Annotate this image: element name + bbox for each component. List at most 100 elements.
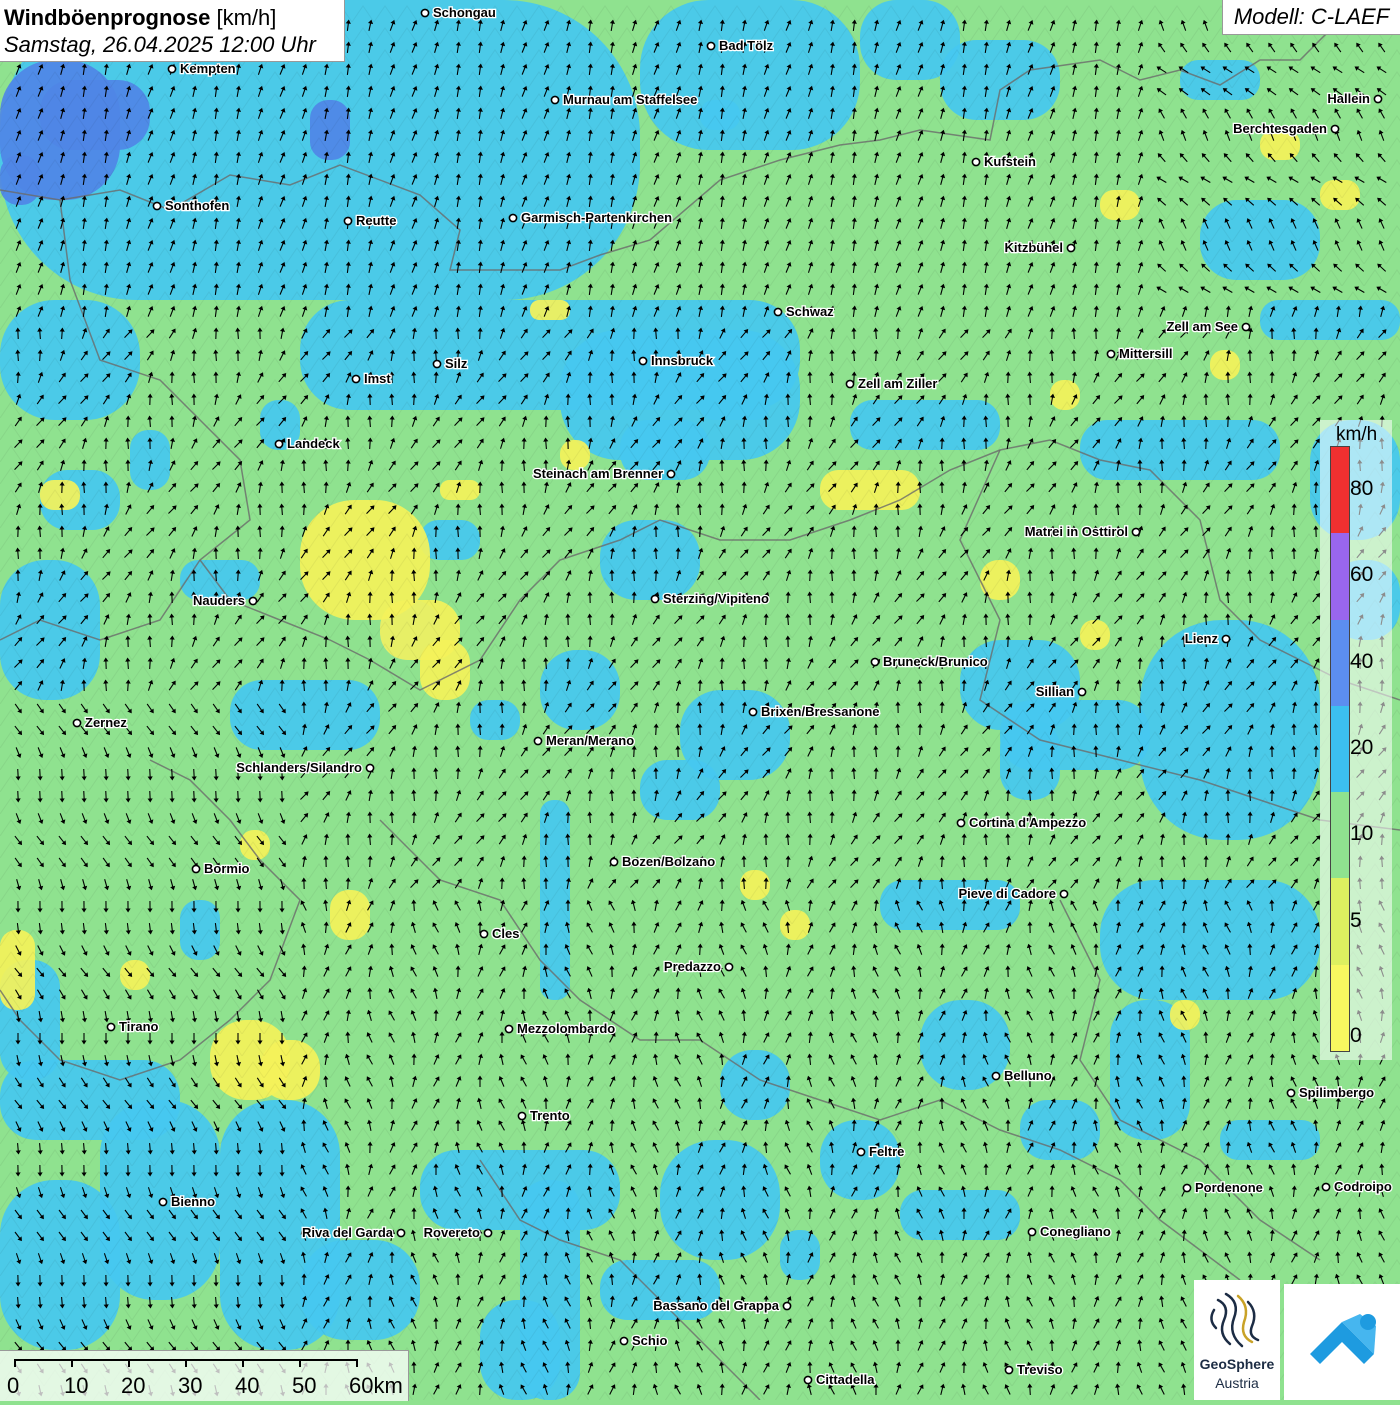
scale-tick bbox=[299, 1359, 301, 1367]
city-label: Imst bbox=[364, 371, 391, 386]
city-dot bbox=[1132, 528, 1139, 535]
city-dot bbox=[667, 470, 674, 477]
legend-color-segment bbox=[1331, 620, 1349, 706]
model-label: Modell: C-LAEF bbox=[1222, 0, 1400, 35]
city-dot bbox=[1078, 688, 1085, 695]
scale-label: 10 bbox=[64, 1373, 88, 1399]
legend-label: 20 bbox=[1350, 736, 1373, 760]
city-label: Landeck bbox=[287, 436, 341, 451]
legend-label: 0 bbox=[1350, 1024, 1362, 1048]
city-label: Innsbruck bbox=[651, 353, 714, 368]
geosphere-logo[interactable]: GeoSphere Austria bbox=[1194, 1280, 1280, 1400]
city-dot bbox=[421, 9, 428, 16]
city-label: Schongau bbox=[433, 5, 496, 20]
city-label: Treviso bbox=[1017, 1362, 1063, 1377]
legend-color-segment bbox=[1331, 706, 1349, 792]
title-box: Windböenprognose [km/h] Samstag, 26.04.2… bbox=[0, 0, 345, 62]
city-label: Tirano bbox=[119, 1019, 159, 1034]
city-dot bbox=[1331, 125, 1338, 132]
city-dot bbox=[1222, 635, 1229, 642]
city-dot bbox=[518, 1112, 525, 1119]
city-marker[interactable]: Garmisch-Partenkirchen bbox=[509, 210, 672, 225]
city-marker[interactable]: Innsbruck bbox=[639, 353, 713, 368]
city-label: Zell am Ziller bbox=[858, 376, 937, 391]
city-marker[interactable]: Berchtesgaden bbox=[1233, 121, 1339, 136]
city-marker[interactable]: Schongau bbox=[421, 5, 495, 20]
city-dot bbox=[107, 1023, 114, 1030]
city-marker[interactable]: Meran/Merano bbox=[534, 733, 634, 748]
city-label: Cles bbox=[492, 926, 519, 941]
app-logo-icon bbox=[1284, 1284, 1400, 1400]
city-marker[interactable]: Zell am See bbox=[1166, 319, 1249, 334]
city-label: Bozen/Bolzano bbox=[622, 854, 715, 869]
legend-unit: km/h bbox=[1336, 424, 1377, 446]
city-dot bbox=[1028, 1228, 1035, 1235]
city-dot bbox=[1242, 323, 1249, 330]
city-dot bbox=[749, 708, 756, 715]
logo-country: Austria bbox=[1194, 1375, 1280, 1391]
city-marker[interactable]: Sonthofen bbox=[153, 198, 229, 213]
city-label: Kitzbühel bbox=[1005, 240, 1064, 255]
city-dot bbox=[725, 963, 732, 970]
city-dot bbox=[846, 380, 853, 387]
city-marker[interactable]: Bozen/Bolzano bbox=[610, 854, 715, 869]
city-dot bbox=[639, 357, 646, 364]
city-marker[interactable]: Schlanders/Silandro bbox=[236, 760, 373, 775]
city-marker[interactable]: Cortina d'Ampezzo bbox=[957, 815, 1086, 830]
legend-label: 5 bbox=[1350, 909, 1362, 933]
city-label: Berchtesgaden bbox=[1233, 121, 1327, 136]
city-dot bbox=[774, 308, 781, 315]
city-dot bbox=[168, 65, 175, 72]
city-label: Zell am See bbox=[1166, 319, 1238, 334]
city-marker[interactable]: Brixen/Bressanone bbox=[749, 704, 879, 719]
city-label: Pordenone bbox=[1195, 1180, 1263, 1195]
city-marker[interactable]: Mezzolombardo bbox=[505, 1021, 615, 1036]
city-label: Sillian bbox=[1036, 684, 1074, 699]
legend-label: 60 bbox=[1350, 563, 1373, 587]
scale-label: 20 bbox=[121, 1373, 145, 1399]
scale-label: 30 bbox=[178, 1373, 202, 1399]
city-label: Pieve di Cadore bbox=[958, 886, 1056, 901]
city-marker[interactable]: Pieve di Cadore bbox=[958, 886, 1067, 901]
city-marker[interactable]: Riva del Garda bbox=[302, 1225, 405, 1240]
city-marker[interactable]: Murnau am Staffelsee bbox=[551, 92, 697, 107]
city-marker[interactable]: Sterzing/Vipiteno bbox=[651, 591, 769, 606]
forecast-datetime: Samstag, 26.04.2025 12:00 Uhr bbox=[4, 31, 344, 58]
city-label: Spilimbergo bbox=[1299, 1085, 1374, 1100]
scale-bar: 0102030405060km bbox=[0, 1350, 409, 1401]
city-label: Bienno bbox=[171, 1194, 215, 1209]
city-dot bbox=[433, 360, 440, 367]
city-marker[interactable]: Matrei in Osttirol bbox=[1025, 524, 1140, 539]
city-label: Kufstein bbox=[984, 154, 1036, 169]
city-label: Nauders bbox=[193, 593, 245, 608]
city-dot bbox=[804, 1376, 811, 1383]
city-dot bbox=[534, 737, 541, 744]
city-marker[interactable]: Bruneck/Brunico bbox=[871, 654, 987, 669]
city-marker[interactable]: Cittadella bbox=[804, 1372, 875, 1387]
city-marker[interactable]: Conegliano bbox=[1028, 1224, 1110, 1239]
city-marker[interactable]: Steinach am Brenner bbox=[533, 466, 675, 481]
city-label: Garmisch-Partenkirchen bbox=[521, 210, 672, 225]
city-label: Meran/Merano bbox=[546, 733, 634, 748]
app-logo[interactable] bbox=[1284, 1284, 1400, 1400]
city-dot bbox=[480, 930, 487, 937]
wind-gust-map[interactable]: SchongauBad TölzKemptenMurnau am Staffel… bbox=[0, 0, 1400, 1400]
city-label: Cittadella bbox=[816, 1372, 875, 1387]
city-marker[interactable]: Zell am Ziller bbox=[846, 376, 937, 391]
scale-tick bbox=[128, 1359, 130, 1367]
city-dot bbox=[783, 1302, 790, 1309]
city-marker[interactable]: Pordenone bbox=[1183, 1180, 1263, 1195]
city-label: Conegliano bbox=[1040, 1224, 1111, 1239]
legend-label: 80 bbox=[1350, 477, 1373, 501]
city-marker[interactable]: Spilimbergo bbox=[1287, 1085, 1374, 1100]
city-label: Brixen/Bressanone bbox=[761, 704, 880, 719]
city-label: Reutte bbox=[356, 213, 396, 228]
city-label: Murnau am Staffelsee bbox=[563, 92, 697, 107]
city-dot bbox=[1183, 1184, 1190, 1191]
city-marker[interactable]: Bassano del Grappa bbox=[653, 1298, 790, 1313]
city-label: Bruneck/Brunico bbox=[883, 654, 988, 669]
legend-color-bar bbox=[1330, 446, 1350, 1052]
logo-name: GeoSphere bbox=[1194, 1356, 1280, 1372]
city-dot bbox=[992, 1072, 999, 1079]
city-label: Silz bbox=[445, 356, 468, 371]
